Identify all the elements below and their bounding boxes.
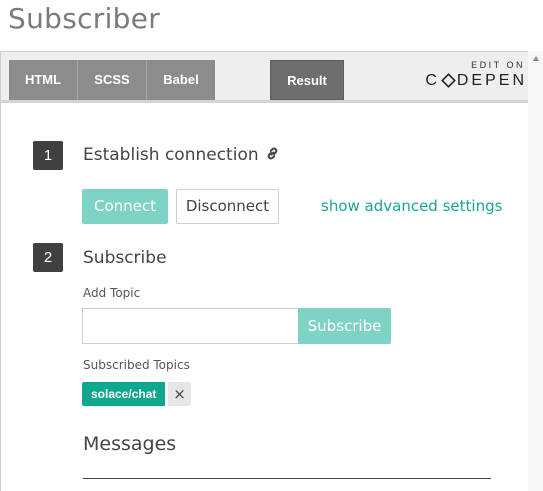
messages-divider: [83, 478, 491, 479]
messages-title: Messages: [83, 433, 177, 455]
step-1-badge: 1: [33, 141, 63, 170]
subscribe-title: Subscribe: [83, 248, 167, 268]
codepen-text-end: DEPEN: [456, 72, 527, 89]
subscribed-topics-label: Subscribed Topics: [83, 358, 190, 372]
tab-result[interactable]: Result: [270, 60, 344, 100]
topic-input[interactable]: [82, 308, 300, 344]
subscribe-button[interactable]: Subscribe: [298, 308, 391, 344]
codepen-cube-icon: [441, 73, 456, 88]
link-icon[interactable]: [265, 146, 280, 166]
codepen-embed: HTML SCSS Babel Result EDIT ON C DEPEN: [0, 51, 540, 491]
scroll-up-arrow-icon[interactable]: [533, 56, 539, 61]
page-title: Subscriber: [8, 2, 161, 35]
establish-connection-title: Establish connection: [83, 145, 259, 165]
topic-chip: solace/chat: [82, 382, 166, 406]
codepen-logo[interactable]: C DEPEN: [425, 72, 527, 90]
connect-button[interactable]: Connect: [82, 189, 168, 224]
remove-topic-close-icon[interactable]: ×: [168, 382, 191, 406]
add-topic-label: Add Topic: [83, 286, 141, 300]
scrollbar[interactable]: [528, 51, 543, 491]
tab-html[interactable]: HTML: [9, 60, 78, 100]
tab-babel[interactable]: Babel: [147, 60, 215, 100]
show-advanced-settings-link[interactable]: show advanced settings: [321, 197, 502, 215]
edit-on-label[interactable]: EDIT ON: [471, 60, 525, 70]
embed-toolbar: HTML SCSS Babel Result EDIT ON C DEPEN: [1, 52, 539, 103]
disconnect-button[interactable]: Disconnect: [176, 189, 279, 224]
codepen-text-start: C: [425, 72, 440, 89]
establish-connection-heading: Establish connection: [83, 145, 280, 166]
step-2-badge: 2: [33, 243, 63, 272]
tab-scss[interactable]: SCSS: [78, 60, 147, 100]
